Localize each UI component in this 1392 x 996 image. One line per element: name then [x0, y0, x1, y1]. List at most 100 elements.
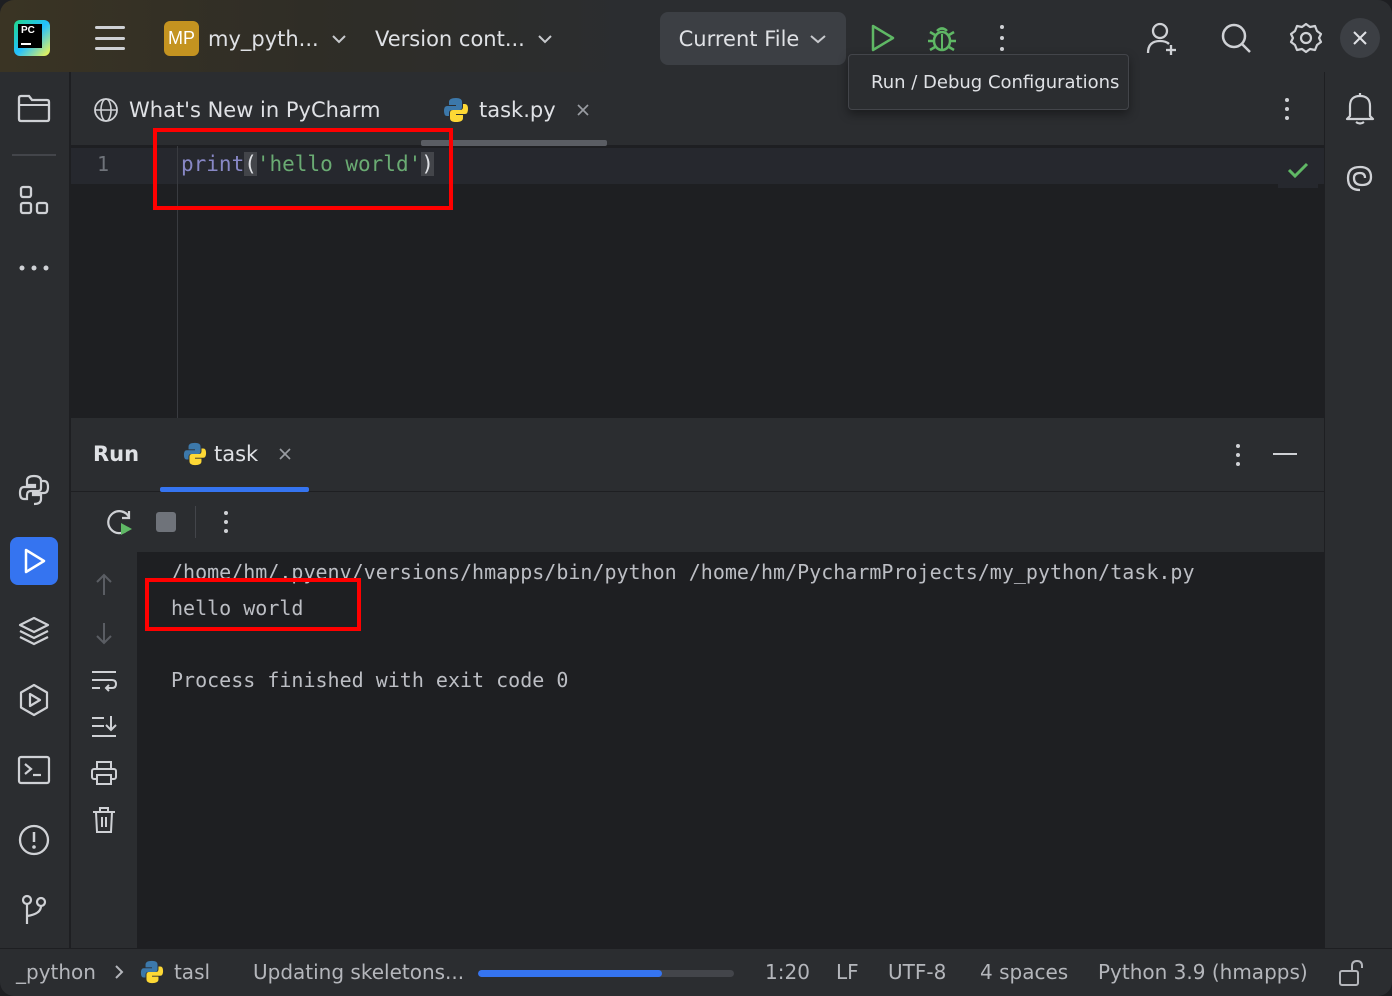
- run-toolbar-more-button[interactable]: [218, 509, 234, 535]
- play-icon: [24, 548, 46, 574]
- search-icon: [1221, 23, 1251, 53]
- breadcrumb-project[interactable]: _python: [16, 960, 96, 984]
- run-panel-header: Run task: [71, 418, 1324, 492]
- hide-panel-button[interactable]: [1273, 453, 1297, 455]
- python-icon: [183, 442, 207, 466]
- inspection-status[interactable]: [1278, 152, 1318, 188]
- project-widget[interactable]: my_pyth...: [208, 24, 347, 54]
- debug-button[interactable]: [925, 22, 959, 56]
- project-badge[interactable]: MP: [164, 21, 199, 56]
- stop-button[interactable]: [156, 512, 176, 532]
- project-name: my_pyth...: [208, 27, 319, 51]
- gear-icon: [1289, 22, 1323, 54]
- chevron-down-icon: [538, 35, 552, 44]
- background-task-label[interactable]: Updating skeletons...: [253, 960, 464, 984]
- tab-label: What's New in PyCharm: [129, 98, 381, 122]
- scroll-to-end-icon: [92, 716, 117, 737]
- chevron-down-icon: [332, 35, 346, 44]
- close-window-button[interactable]: [1340, 18, 1380, 58]
- vcs-widget[interactable]: Version cont...: [375, 24, 553, 54]
- ai-spiral-icon: [1346, 165, 1373, 192]
- printer-icon: [91, 761, 117, 785]
- soft-wrap-button[interactable]: [90, 668, 118, 698]
- scroll-down-button[interactable]: [91, 620, 117, 650]
- more-tools-button[interactable]: [10, 244, 58, 292]
- print-button[interactable]: [90, 760, 118, 790]
- title-bar: PC MP my_pyth... Version cont... Current…: [0, 0, 1392, 72]
- search-button[interactable]: [1218, 20, 1254, 56]
- run-panel-options-button[interactable]: [1230, 442, 1246, 468]
- console-side-toolbar: [71, 552, 137, 948]
- git-branch-icon: [21, 894, 47, 924]
- tab-whats-new[interactable]: What's New in PyCharm: [93, 94, 381, 126]
- python-interpreter[interactable]: Python 3.9 (hmapps): [1098, 960, 1308, 984]
- run-toolbar: [71, 492, 1324, 552]
- line-separator[interactable]: LF: [836, 960, 859, 984]
- problems-tool-button[interactable]: [10, 816, 58, 864]
- run-button[interactable]: [866, 22, 898, 54]
- main-menu-button[interactable]: [94, 24, 126, 52]
- close-icon[interactable]: [278, 447, 292, 461]
- right-tool-stripe: [1324, 72, 1392, 948]
- git-tool-button[interactable]: [10, 886, 58, 934]
- toolbar-divider: [195, 506, 196, 538]
- run-configuration-selector[interactable]: Current File: [660, 12, 846, 65]
- annotation-box-output: [145, 578, 361, 631]
- left-tool-stripe: [0, 72, 70, 948]
- structure-tool-button[interactable]: [10, 176, 58, 224]
- pycharm-logo[interactable]: PC: [14, 20, 50, 56]
- editor-tabs-menu-button[interactable]: [1279, 96, 1295, 122]
- file-encoding[interactable]: UTF-8: [888, 960, 946, 984]
- services-tool-button[interactable]: [10, 676, 58, 724]
- structure-icon: [19, 185, 49, 215]
- logo-text: PC: [21, 25, 35, 36]
- trash-icon: [93, 807, 115, 833]
- tab-task-py[interactable]: task.py: [443, 94, 590, 126]
- run-tab-label: task: [214, 442, 259, 466]
- run-debug-tooltip: Run / Debug Configurations: [848, 54, 1129, 110]
- background-task-progress[interactable]: [478, 970, 734, 977]
- caret-position[interactable]: 1:20: [765, 960, 810, 984]
- layers-icon: [18, 616, 50, 646]
- unlock-icon: [1339, 959, 1363, 986]
- annotation-box-code: [153, 128, 453, 210]
- terminal-tool-button[interactable]: [10, 746, 58, 794]
- warning-circle-icon: [18, 824, 50, 856]
- python-icon: [444, 98, 468, 122]
- folder-icon: [17, 94, 51, 123]
- python-packages-button[interactable]: [10, 466, 58, 514]
- console-exit-message: Process finished with exit code 0: [171, 668, 569, 692]
- tab-label: task.py: [479, 98, 556, 122]
- vcs-label: Version cont...: [375, 27, 525, 51]
- run-tool-button[interactable]: [10, 537, 58, 585]
- code-with-me-button[interactable]: [1144, 20, 1180, 56]
- clear-console-button[interactable]: [91, 806, 117, 838]
- checkmark-icon: [1287, 162, 1309, 179]
- close-icon[interactable]: [576, 103, 590, 117]
- rerun-button[interactable]: [105, 508, 135, 542]
- project-tool-button[interactable]: [10, 84, 58, 132]
- read-only-toggle[interactable]: [1338, 959, 1364, 987]
- indent-setting[interactable]: 4 spaces: [980, 960, 1068, 984]
- run-tab-task[interactable]: task: [183, 442, 292, 466]
- notifications-button[interactable]: [1336, 84, 1384, 132]
- arrow-down-icon: [96, 623, 112, 645]
- run-config-label: Current File: [678, 26, 800, 51]
- rerun-icon: [107, 510, 132, 535]
- python-outline-icon: [18, 474, 50, 506]
- add-user-icon: [1146, 22, 1176, 55]
- scroll-to-end-button[interactable]: [90, 714, 118, 744]
- layers-tool-button[interactable]: [10, 607, 58, 655]
- play-icon: [871, 24, 895, 52]
- scroll-up-button[interactable]: [91, 572, 117, 602]
- progress-fill: [478, 970, 663, 977]
- python-icon: [140, 960, 164, 984]
- line-number: 1: [97, 152, 110, 176]
- ellipsis-icon: [19, 265, 49, 271]
- run-panel-title: Run: [93, 442, 140, 466]
- ai-assistant-button[interactable]: [1336, 154, 1384, 202]
- settings-button[interactable]: [1288, 20, 1324, 56]
- breadcrumb-file[interactable]: tasl: [174, 960, 210, 984]
- more-actions-button[interactable]: [992, 22, 1012, 54]
- soft-wrap-icon: [92, 671, 118, 692]
